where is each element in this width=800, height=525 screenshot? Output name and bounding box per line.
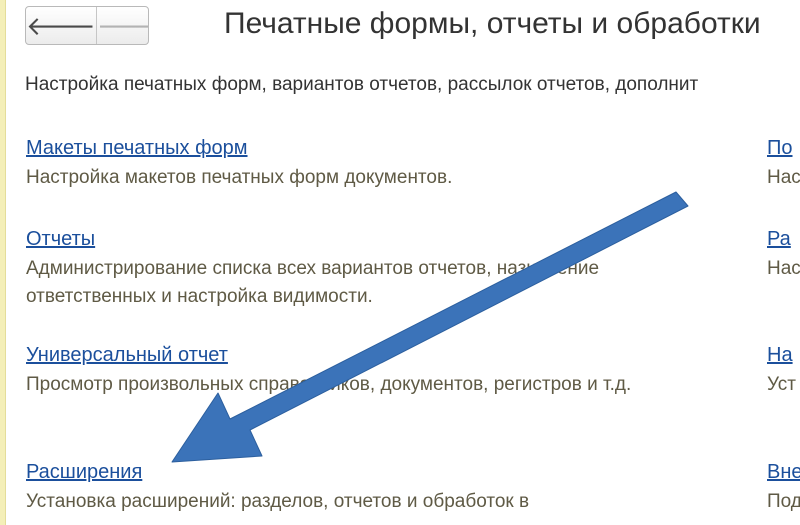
link-universal-report[interactable]: Универсальный отчет [26, 344, 631, 367]
arrow-right-icon: 🡒 [97, 13, 148, 39]
link-right-1[interactable]: По [767, 137, 800, 160]
forward-button[interactable]: 🡒 [97, 7, 148, 44]
list-item-right-4: Вне Под [767, 461, 800, 516]
list-item-extensions: Расширения Установка расширений: раздело… [26, 461, 529, 516]
item-description: Просмотр произвольных справочников, доку… [26, 374, 632, 395]
item-description: Настройка макетов печатных форм документ… [26, 167, 453, 188]
list-item-universal-report: Универсальный отчет Просмотр произвольны… [26, 344, 631, 399]
link-reports[interactable]: Отчеты [26, 228, 599, 251]
item-description: Установка расширений: разделов, отчетов … [26, 491, 530, 512]
list-item-print-form-templates: Макеты печатных форм Настройка макетов п… [26, 137, 452, 192]
link-right-3[interactable]: На [767, 344, 800, 367]
item-description: Под [767, 491, 800, 512]
item-description: Уст отч [767, 374, 800, 395]
item-description: Администрирование списка всех вариантов … [26, 258, 600, 307]
arrow-left-icon: 🡐 [26, 10, 96, 41]
list-item-right-1: По Нас [767, 137, 800, 192]
link-extensions[interactable]: Расширения [26, 461, 529, 484]
page-title: Печатные формы, отчеты и обработки [224, 7, 761, 40]
back-button[interactable]: 🡐 [26, 7, 97, 44]
link-right-4[interactable]: Вне [767, 461, 800, 484]
list-item-reports: Отчеты Администрирование списка всех вар… [26, 228, 599, 311]
item-description: Нас тре [767, 258, 800, 279]
list-item-right-2: Ра Нас тре [767, 228, 800, 283]
link-right-2[interactable]: Ра [767, 228, 800, 251]
left-edge-panel [0, 0, 6, 525]
navigation-buttons: 🡐 🡒 [25, 6, 149, 45]
page-description: Настройка печатных форм, вариантов отчет… [25, 74, 699, 95]
list-item-right-3: На Уст отч [767, 344, 800, 399]
item-description: Нас [767, 167, 800, 188]
link-print-form-templates[interactable]: Макеты печатных форм [26, 137, 452, 160]
